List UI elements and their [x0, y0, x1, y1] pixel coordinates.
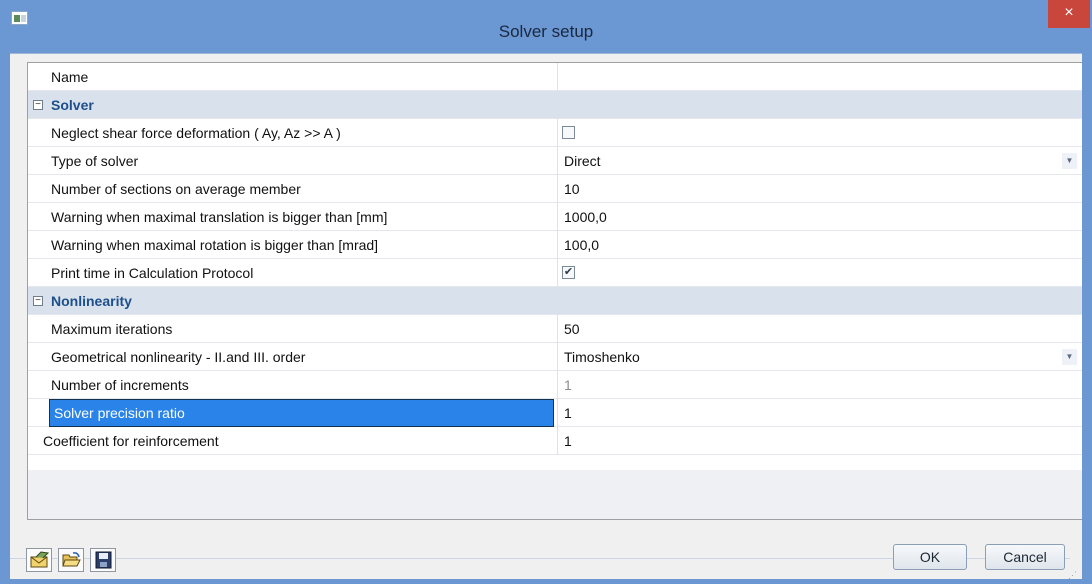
property-value: ✔: [557, 259, 1082, 287]
collapse-toggle-icon[interactable]: −: [33, 296, 43, 306]
property-row-neglect-shear[interactable]: Neglect shear force deformation ( Ay, Az…: [28, 119, 1082, 147]
property-row-num-sections[interactable]: Number of sections on average member 10: [28, 175, 1082, 203]
property-label: Geometrical nonlinearity - II.and III. o…: [51, 349, 306, 365]
selected-value: Direct: [564, 153, 601, 169]
collapse-toggle-icon[interactable]: −: [33, 100, 43, 110]
property-row-type-of-solver[interactable]: Type of solver Direct ▼: [28, 147, 1082, 175]
property-label: Warning when maximal translation is bigg…: [51, 209, 388, 225]
num-sections-input[interactable]: 10: [557, 175, 1082, 203]
property-label: Warning when maximal rotation is bigger …: [51, 237, 379, 253]
property-label-cell: Solver precision ratio: [28, 399, 556, 427]
name-input[interactable]: [557, 63, 1082, 91]
default-settings-button[interactable]: [26, 548, 52, 572]
selected-property-label[interactable]: Solver precision ratio: [49, 399, 554, 427]
window-title: Solver setup: [498, 22, 594, 41]
save-button[interactable]: [90, 548, 116, 572]
open-button[interactable]: [58, 548, 84, 572]
property-row-coefficient[interactable]: Coefficient for reinforcement 1: [28, 427, 1082, 455]
dropdown-arrow-icon[interactable]: ▼: [1062, 153, 1077, 169]
warn-rotation-input[interactable]: 100,0: [557, 231, 1082, 259]
default-settings-icon: [30, 551, 50, 568]
property-row-warn-translation[interactable]: Warning when maximal translation is bigg…: [28, 203, 1082, 231]
property-row-name[interactable]: Name: [28, 63, 1082, 91]
section-title: Solver: [51, 97, 94, 113]
type-of-solver-select[interactable]: Direct ▼: [557, 147, 1082, 175]
property-row-print-time[interactable]: Print time in Calculation Protocol ✔: [28, 259, 1082, 287]
property-label: Neglect shear force deformation ( Ay, Az…: [51, 125, 341, 141]
print-time-checkbox[interactable]: ✔: [562, 266, 575, 279]
property-value: [557, 119, 1082, 147]
property-label: Name: [51, 69, 89, 85]
section-value-area: [557, 91, 1082, 119]
dialog-footer: OK Cancel ⋰: [10, 532, 1082, 580]
section-value-area: [557, 287, 1082, 315]
neglect-shear-checkbox[interactable]: [562, 126, 575, 139]
property-label: Number of increments: [51, 377, 189, 393]
property-grid: Name Solver − Neglect shear force deform…: [27, 62, 1082, 520]
grid-empty-area: [28, 470, 1082, 519]
resize-grip-icon[interactable]: ⋰: [1068, 571, 1080, 582]
selected-value: Timoshenko: [564, 349, 640, 365]
save-disk-icon: [95, 551, 112, 569]
property-row-geom-nonlinearity[interactable]: Geometrical nonlinearity - II.and III. o…: [28, 343, 1082, 371]
solver-setup-window: Solver setup × Name Solver − Neglect she…: [0, 0, 1092, 584]
ok-button[interactable]: OK: [893, 544, 967, 570]
dialog-client-area: Name Solver − Neglect shear force deform…: [10, 53, 1082, 580]
max-iterations-input[interactable]: 50: [557, 315, 1082, 343]
section-header-solver[interactable]: Solver −: [28, 91, 1082, 119]
section-header-nonlinearity[interactable]: Nonlinearity −: [28, 287, 1082, 315]
property-label: Print time in Calculation Protocol: [51, 265, 254, 281]
open-folder-icon: [62, 552, 81, 567]
property-label: Maximum iterations: [51, 321, 173, 337]
property-row-num-increments[interactable]: Number of increments 1: [28, 371, 1082, 399]
property-label: Coefficient for reinforcement: [43, 433, 219, 449]
warn-translation-input[interactable]: 1000,0: [557, 203, 1082, 231]
property-label: Type of solver: [51, 153, 139, 169]
property-row-max-iterations[interactable]: Maximum iterations 50: [28, 315, 1082, 343]
coefficient-input[interactable]: 1: [557, 427, 1082, 455]
property-row-warn-rotation[interactable]: Warning when maximal rotation is bigger …: [28, 231, 1082, 259]
precision-ratio-input[interactable]: 1: [557, 399, 1082, 427]
close-button[interactable]: ×: [1048, 0, 1090, 28]
geom-nonlinearity-select[interactable]: Timoshenko ▼: [557, 343, 1082, 371]
property-label: Number of sections on average member: [51, 181, 301, 197]
dropdown-arrow-icon[interactable]: ▼: [1062, 349, 1077, 365]
property-row-precision-ratio[interactable]: Solver precision ratio 1: [28, 399, 1082, 427]
num-increments-value: 1: [557, 371, 1082, 399]
section-title: Nonlinearity: [51, 293, 132, 309]
title-bar[interactable]: Solver setup ×: [0, 0, 1092, 52]
cancel-button[interactable]: Cancel: [985, 544, 1065, 570]
